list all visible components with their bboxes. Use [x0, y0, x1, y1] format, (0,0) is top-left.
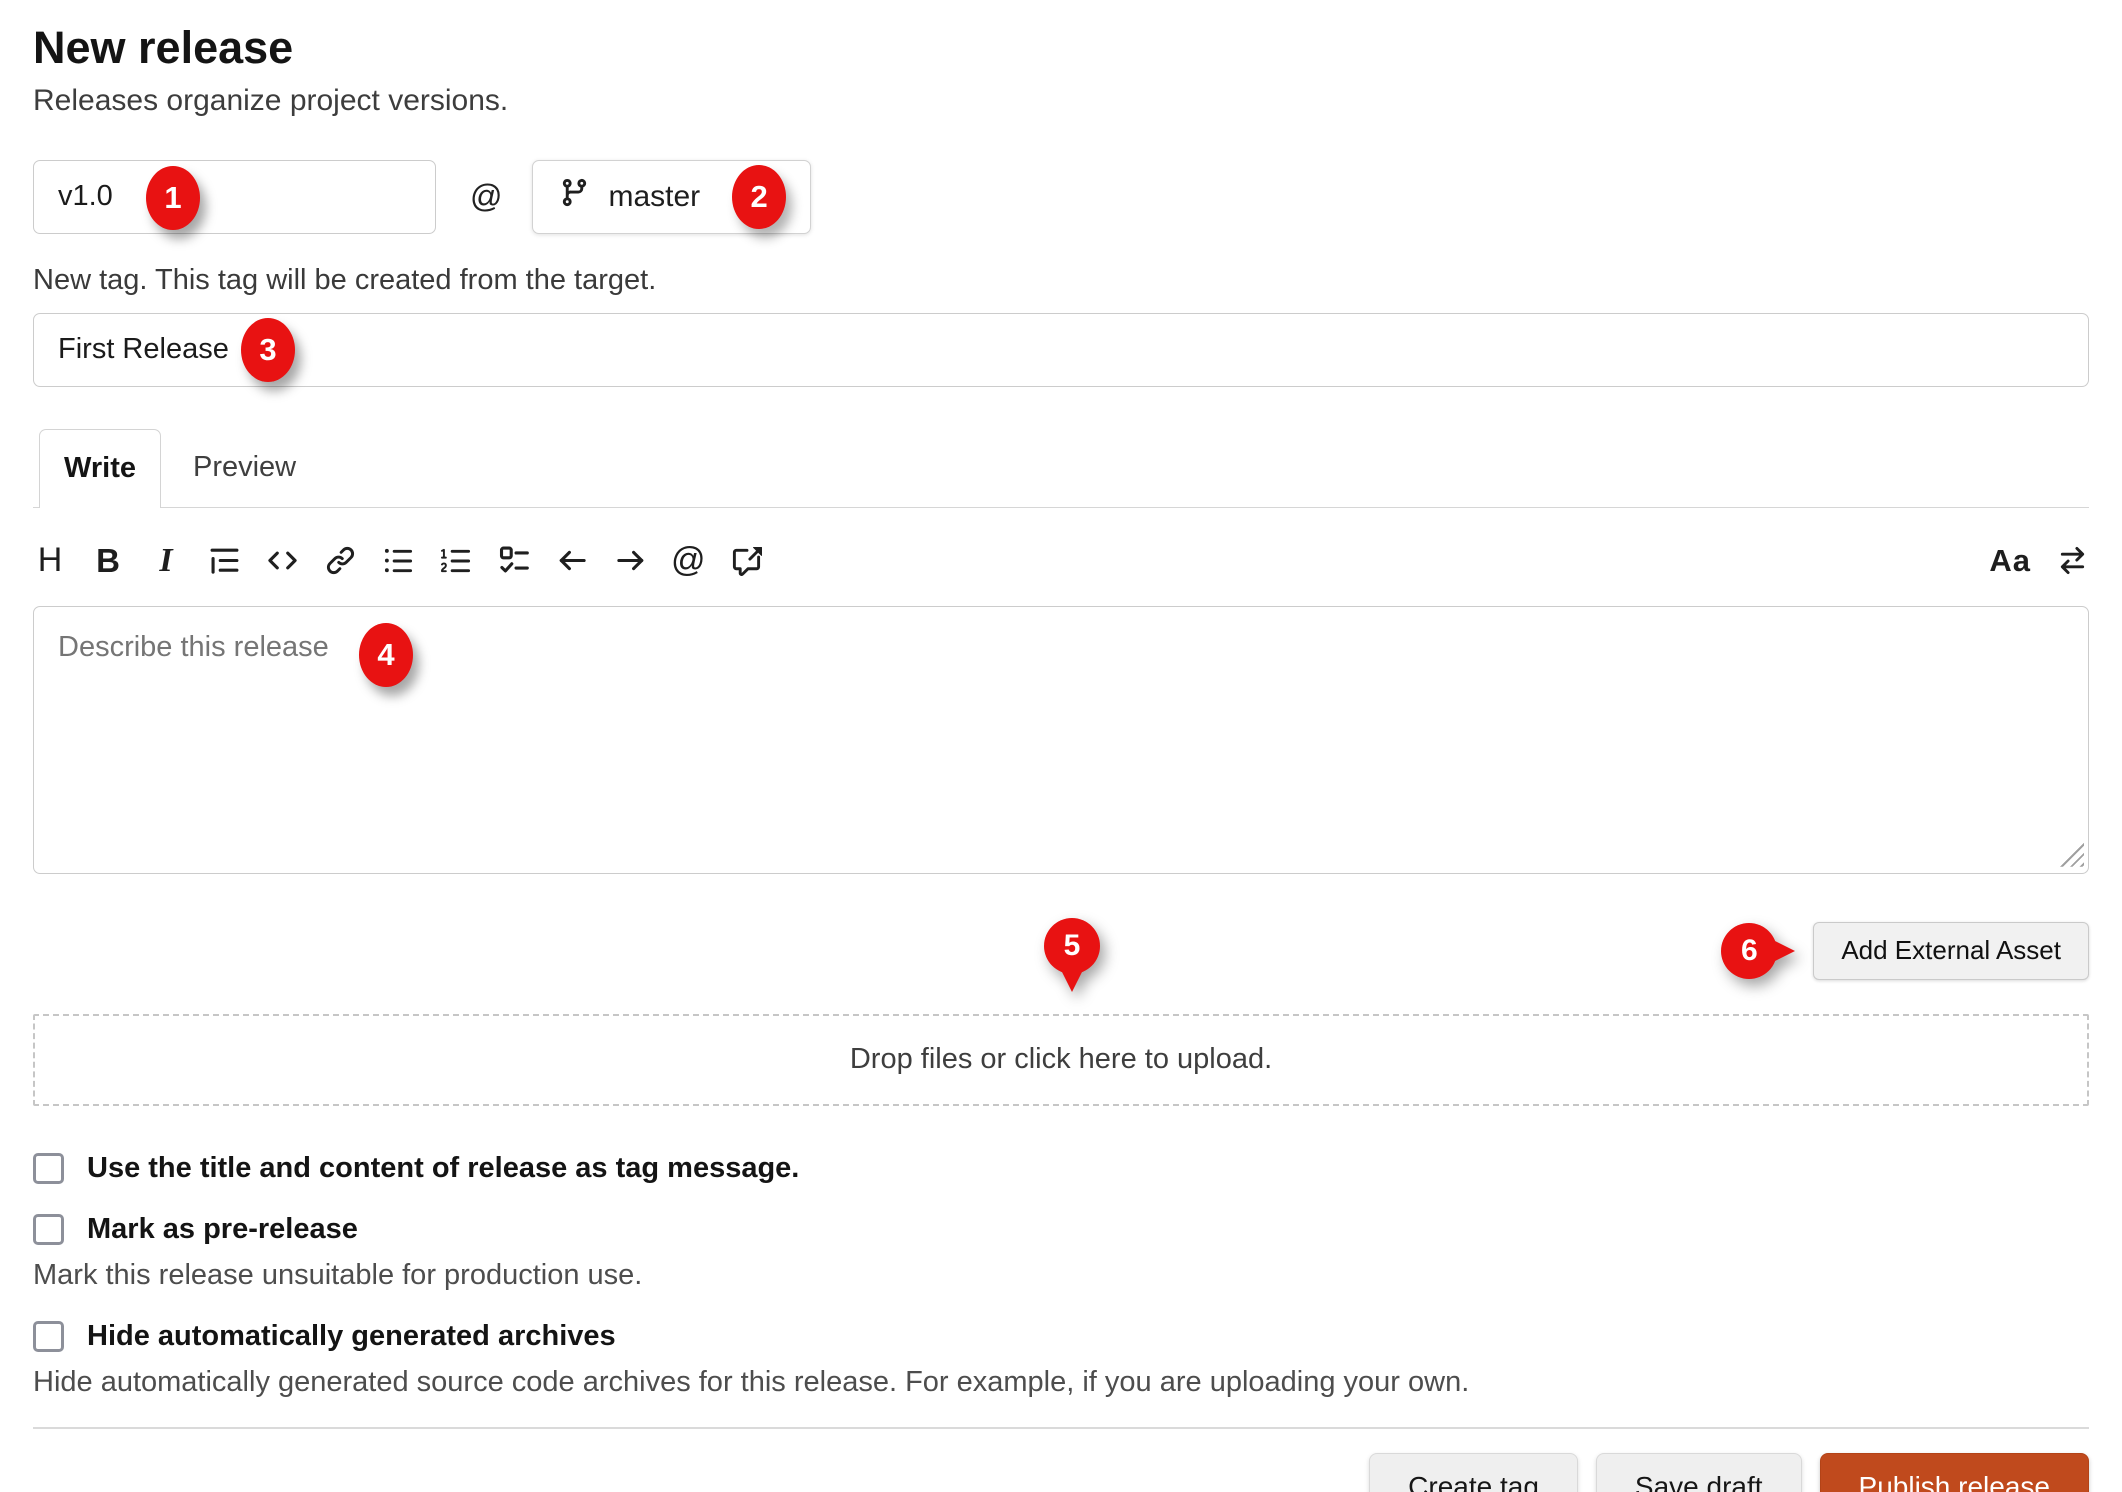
tab-preview[interactable]: Preview [161, 429, 328, 507]
option-prerelease: Mark as pre-release Mark this release un… [33, 1213, 2089, 1292]
switch-editor-icon[interactable] [2055, 538, 2089, 584]
prerelease-description: Mark this release unsuitable for product… [33, 1259, 2089, 1292]
dropzone-text: Drop files or click here to upload. [850, 1043, 1272, 1076]
tag-message-checkbox[interactable] [33, 1153, 64, 1184]
hide-archives-label: Hide automatically generated archives [87, 1320, 616, 1353]
target-branch-button[interactable]: master 2 [532, 160, 811, 234]
hide-archives-checkbox[interactable] [33, 1321, 64, 1352]
indent-icon[interactable] [613, 538, 647, 584]
mention-icon[interactable]: @ [671, 538, 706, 584]
tag-name-input-wrap: 1 [33, 160, 436, 234]
tag-help-text: New tag. This tag will be created from t… [33, 264, 2089, 297]
hide-archives-description: Hide automatically generated source code… [33, 1366, 2089, 1399]
footer-divider [33, 1427, 2089, 1429]
add-external-asset-button[interactable]: Add External Asset [1813, 922, 2089, 980]
option-tag-message: Use the title and content of release as … [33, 1152, 2089, 1185]
create-tag-button[interactable]: Create tag [1369, 1453, 1578, 1492]
unordered-list-icon[interactable] [381, 538, 415, 584]
bold-icon[interactable]: B [91, 538, 125, 584]
italic-icon[interactable]: I [149, 538, 183, 584]
tag-target-row: 1 @ master 2 [33, 160, 2089, 234]
release-description-wrap: 4 [33, 606, 2089, 874]
heading-icon[interactable]: H [33, 538, 67, 584]
tab-preview-label: Preview [193, 451, 296, 484]
tab-write-label: Write [64, 452, 136, 485]
release-options: Use the title and content of release as … [33, 1152, 2089, 1399]
editor-tabbar: Write Preview [33, 429, 2089, 508]
release-description-textarea[interactable] [33, 606, 2089, 874]
at-separator: @ [470, 178, 502, 215]
git-branch-icon [559, 177, 590, 216]
annotation-badge-6: 6 [1721, 923, 1777, 979]
page-subtitle: Releases organize project versions. [33, 84, 2089, 118]
new-release-page: New release Releases organize project ve… [0, 0, 2122, 1492]
footer-actions: Create tag Save draft Publish release [33, 1453, 2089, 1492]
typography-icon[interactable]: Aa [1989, 538, 2031, 584]
cross-reference-icon[interactable] [730, 538, 764, 584]
tag-message-label: Use the title and content of release as … [87, 1152, 799, 1185]
markdown-toolbar: H B I [33, 530, 2089, 592]
prerelease-label: Mark as pre-release [87, 1213, 358, 1246]
release-title-input[interactable] [33, 313, 2089, 387]
outdent-icon[interactable] [555, 538, 589, 584]
annotation-badge-2: 2 [732, 165, 786, 229]
publish-release-button[interactable]: Publish release [1820, 1453, 2089, 1492]
link-icon[interactable] [323, 538, 357, 584]
ordered-list-icon[interactable] [439, 538, 473, 584]
quote-icon[interactable] [207, 538, 241, 584]
task-list-icon[interactable] [497, 538, 531, 584]
save-draft-button[interactable]: Save draft [1596, 1453, 1802, 1492]
tab-write[interactable]: Write [39, 429, 161, 508]
assets-row: 5 6 Add External Asset [33, 922, 2089, 980]
option-hide-archives: Hide automatically generated archives Hi… [33, 1320, 2089, 1399]
page-title: New release [33, 22, 2089, 74]
tag-name-input[interactable] [33, 160, 436, 234]
code-icon[interactable] [265, 538, 299, 584]
file-dropzone[interactable]: Drop files or click here to upload. [33, 1014, 2089, 1106]
target-branch-label: master [608, 180, 700, 214]
annotation-badge-5: 5 [1044, 918, 1100, 974]
prerelease-checkbox[interactable] [33, 1214, 64, 1245]
release-title-wrap: 3 [33, 313, 2089, 387]
